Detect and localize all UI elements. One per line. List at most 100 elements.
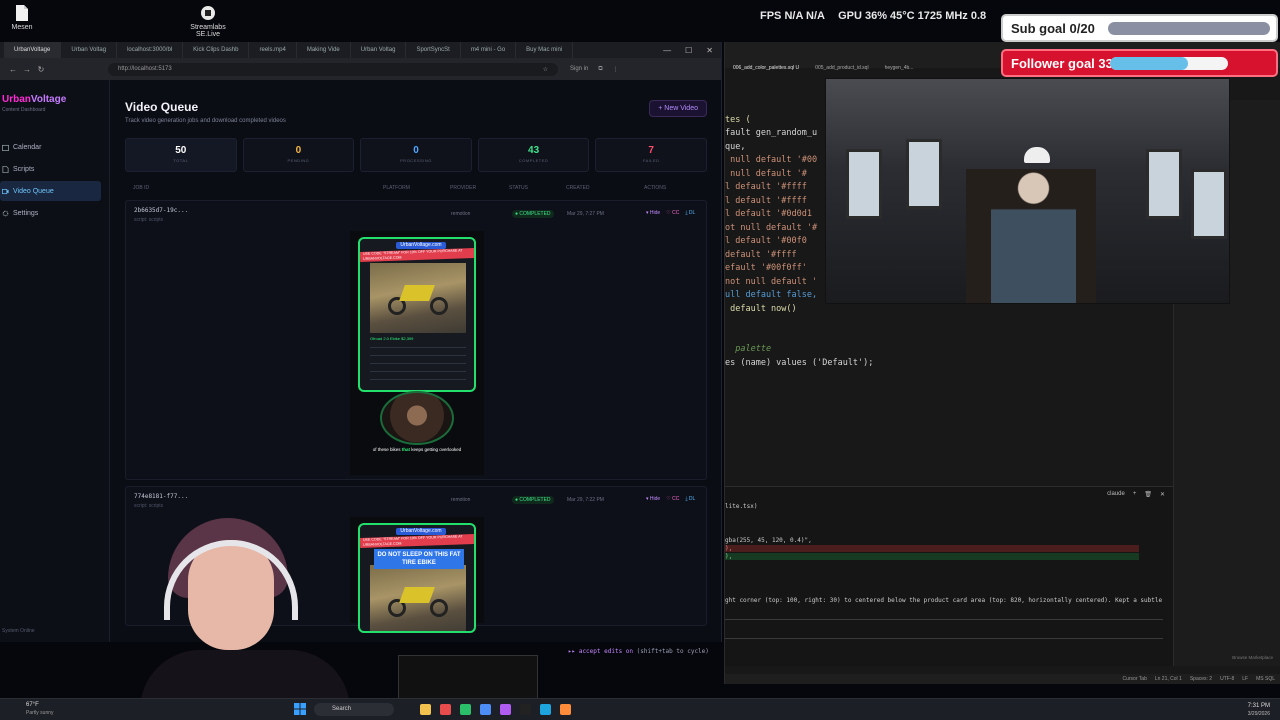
stat-card-total[interactable]: 50 TOTAL [125,138,237,172]
sign-in-button[interactable]: Sign in [570,66,588,73]
column-header: JOB ID [133,185,150,191]
job-provider: remotion [451,211,471,217]
browser-tab[interactable]: Urban Voltag [351,42,407,58]
video-icon [2,188,9,194]
browser-tab[interactable]: Making Vide [297,42,351,58]
row-actions: ▾ Hide ♡ CC ⤓ DL [646,496,695,502]
sidebar-item-calendar[interactable]: Calendar [0,137,109,157]
hide-button[interactable]: ▾ Hide [646,210,660,216]
download-button[interactable]: ⤓ DL [685,210,695,216]
column-header: ACTIONS [644,185,667,191]
maximize-icon[interactable]: ☐ [685,46,692,55]
sidebar-nav: Calendar Scripts Video Queue Settings [0,137,109,223]
fps-readout: FPS N/A N/A [760,10,825,22]
browser-tab[interactable]: Urban Voltag [61,42,118,58]
desktop-icon-mesen[interactable]: Mesen [0,4,44,31]
app-icon[interactable] [460,704,471,715]
video-preview[interactable]: UrbanVoltage.com USE CODE "STREAM" FOR 1… [350,517,484,633]
diff-added-line: ), [725,553,1139,560]
vscode-icon[interactable] [540,704,551,715]
taskbar-clock[interactable]: 7:31 PM 3/29/2026 [1248,702,1270,718]
sub-goal-widget: Sub goal 0/20 [1001,14,1278,42]
minimize-icon[interactable]: — [663,46,671,55]
menu-icon[interactable]: ⋮ [613,66,619,73]
download-button[interactable]: ⤓ DL [685,496,695,502]
preview-brand: UrbanVoltage.com [396,528,446,535]
dashboard-app: UrbanVoltage Content Dashboard Calendar … [0,80,721,642]
claude-hint: ▸▸ accept edits on (shift+tab to cycle) [568,648,709,655]
sub-goal-label: Sub goal 0/20 [1011,20,1095,36]
stat-card-pending[interactable]: 0 PENDING [242,138,355,172]
job-created: Mar 29, 7:27 PM [567,211,604,217]
presenter-bubble [380,391,454,445]
brand-logo[interactable]: UrbanVoltage [0,94,109,105]
editor-tab[interactable]: 006_add_color_palettes.sql U [725,65,807,71]
sidebar-item-scripts[interactable]: Scripts [0,159,109,179]
webcam-main [825,78,1230,304]
preview-headline: DO NOT SLEEP ON THIS FAT TIRE EBIKE [374,549,464,569]
windows-start-icon[interactable] [294,703,306,715]
terminal-header: claude + 🗑 ✕ [725,487,1173,501]
browser-tab[interactable]: SportSyncSt [406,42,461,58]
desktop-icon-streamlabs[interactable]: Streamlabs SE.Live [186,4,230,38]
sidebar-item-settings[interactable]: Settings [0,203,109,223]
browser-tab[interactable]: Kick Clips Dashb [183,42,250,58]
browser-tab[interactable]: reels.mp4 [249,42,297,58]
stat-card-failed[interactable]: 7 FAILED [595,138,707,172]
browser-tab[interactable]: UrbanVoltage [4,42,62,58]
back-icon[interactable]: ← [6,65,20,74]
reload-icon[interactable]: ↻ [34,65,48,74]
app-icon[interactable] [440,704,451,715]
sidebar-item-video-queue[interactable]: Video Queue [0,181,101,201]
extensions-icon[interactable]: ⧉ [598,66,602,73]
close-icon[interactable]: ✕ [706,46,713,55]
hide-button[interactable]: ▾ Hide [646,496,660,502]
sidebar-item-label: Video Queue [13,187,54,195]
stat-card-completed[interactable]: 43 COMPLETED [477,138,590,172]
browse-marketplace-link[interactable]: Browse Marketplace [1232,655,1273,660]
table-row[interactable]: 2b6635d7-19c... script: scripts remotion… [125,200,707,480]
taskbar-search[interactable]: Search [314,703,394,716]
browser-tab[interactable]: localhost:3000/bl [117,42,184,58]
job-script: script: scripts [134,503,164,509]
obs-icon[interactable] [520,704,531,715]
editor-tab[interactable]: 005_add_product_id.sql [807,65,876,71]
app-icon[interactable] [500,704,511,715]
terminal-input[interactable] [725,619,1163,639]
stat-label: PENDING [287,158,310,163]
captions-button[interactable]: ♡ CC [666,496,679,502]
calendar-icon [2,144,9,151]
job-id: 2b6635d7-19c... [134,207,189,214]
app-icon[interactable] [560,704,571,715]
terminal-label[interactable]: claude [1107,491,1125,497]
editor-tab[interactable]: heygen_4b... [877,65,922,71]
status-badge: ● COMPLETED [512,496,554,504]
sidebar-item-label: Calendar [13,143,42,151]
trash-icon[interactable]: 🗑 [1144,491,1152,498]
gear-icon [2,210,9,216]
browser-icon[interactable] [480,704,491,715]
star-icon[interactable]: ☆ [543,66,548,73]
stat-card-processing[interactable]: 0 PROCESSING [360,138,472,172]
new-video-button[interactable]: + New Video [649,100,707,117]
close-icon[interactable]: ✕ [1160,491,1165,498]
browser-tab[interactable]: m4 mini - Go [461,42,517,58]
url-field[interactable]: http://localhost:5173 ☆ [108,62,558,76]
plus-icon[interactable]: + [1133,491,1137,497]
video-preview[interactable]: UrbanVoltage.com USE CODE "STREAM" FOR 1… [350,231,484,475]
job-provider: remotion [451,497,471,503]
stat-label: FAILED [642,158,660,163]
bike-image [370,565,466,631]
file-explorer-icon[interactable] [420,704,431,715]
url-text: http://localhost:5173 [118,65,172,72]
promo-banner: USE CODE "STREAM" FOR 10% OFF YOUR PURCH… [360,247,474,263]
document-icon [16,5,28,21]
stat-value: 0 [295,145,302,156]
page-subtitle: Track video generation jobs and download… [125,118,286,124]
terminal-panel[interactable]: claude + 🗑 ✕ lite.tsx) gba(255, 45, 120,… [725,486,1173,666]
browser-tab[interactable]: Buy Mac mini [516,42,574,58]
weather-widget[interactable]: 67°F Partly sunny [26,701,54,717]
captions-button[interactable]: ♡ CC [666,210,679,216]
forward-icon[interactable]: → [20,65,34,74]
follower-goal-fill [1110,56,1188,70]
